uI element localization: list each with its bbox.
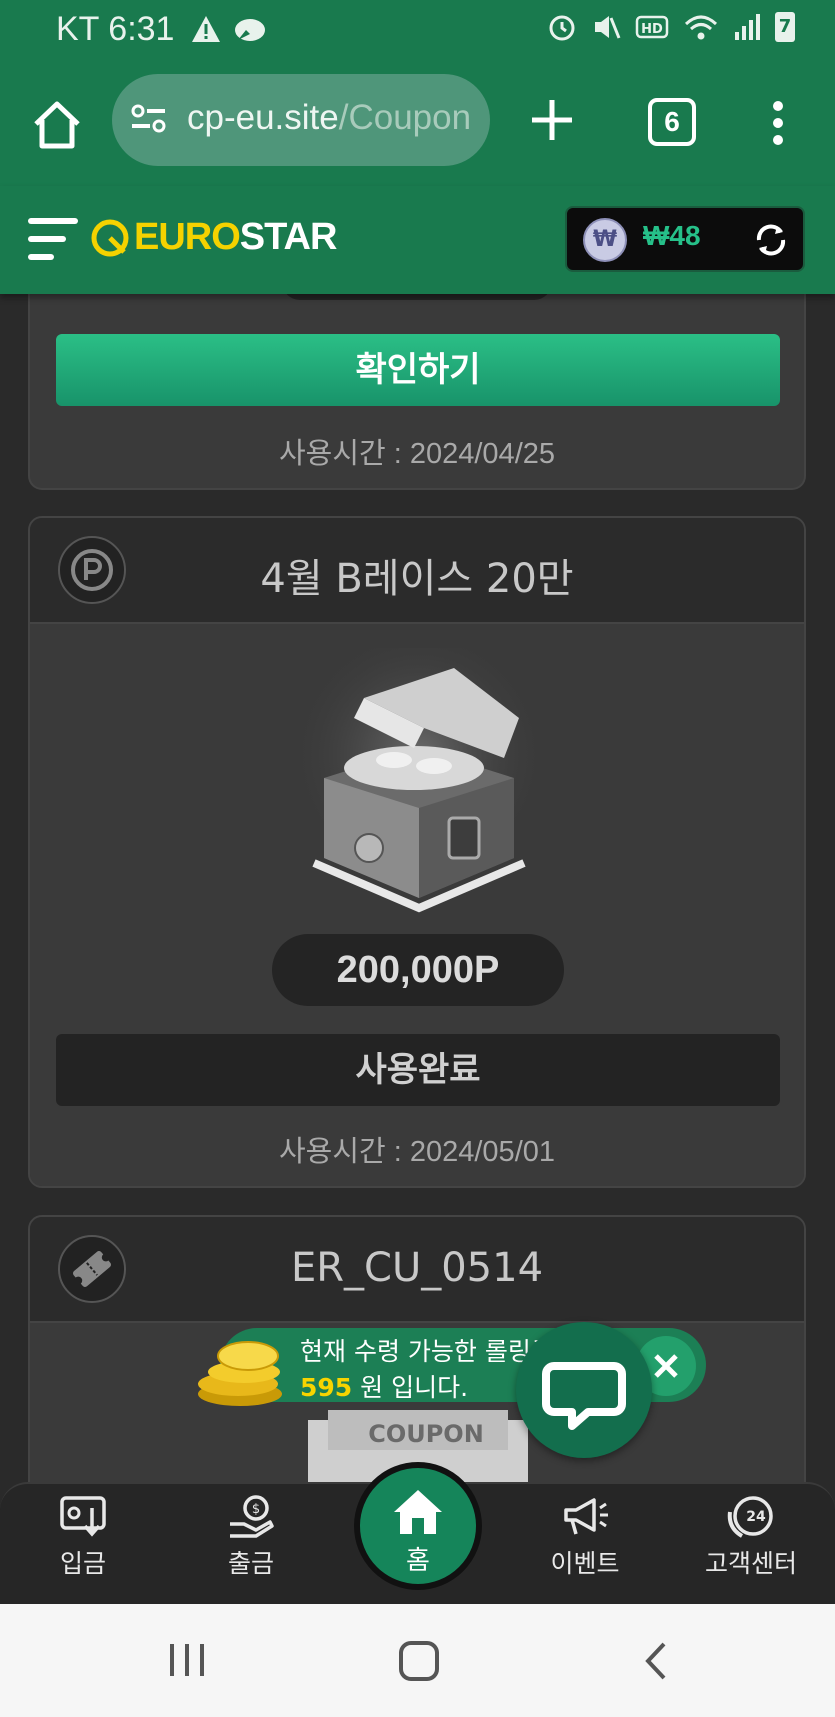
url-path: /Coupon <box>338 98 472 137</box>
nav-home[interactable]: 홈 <box>354 1462 482 1590</box>
system-navigation-bar <box>0 1604 835 1717</box>
status-carrier-time: KT 6:31 <box>56 10 175 48</box>
used-time: 사용시간 : 2024/05/01 <box>278 1136 556 1168</box>
confirm-button[interactable]: 확인하기 <box>56 334 780 406</box>
svg-text:$: $ <box>252 1502 260 1517</box>
coupon-peek-label: COUPON <box>368 1420 484 1448</box>
alarm-icon <box>549 15 575 41</box>
used-status-button: 사용완료 <box>56 1034 780 1106</box>
nav-label: 입금 <box>59 1549 106 1578</box>
more-menu-icon[interactable] <box>766 100 790 146</box>
site-settings-icon[interactable] <box>130 102 168 138</box>
hamburger-menu-icon[interactable] <box>28 214 80 264</box>
svg-text:HD: HD <box>641 22 663 37</box>
signal-icon <box>735 14 760 40</box>
deposit-icon <box>60 1496 106 1537</box>
points-amount: 200,000P <box>272 934 564 1006</box>
browser-toolbar: cp-eu.site/Coupon 6 <box>0 62 835 186</box>
wifi-icon <box>684 15 718 40</box>
coupon-card-2: 4월 B레이스 20만 200,000P 사용완료 사용시간 : 2024/05… <box>28 516 806 1188</box>
card-header: 4월 B레이스 20만 <box>30 518 804 624</box>
refresh-icon[interactable] <box>753 222 789 258</box>
logo-mark-icon <box>91 219 129 256</box>
address-bar[interactable]: cp-eu.site/Coupon <box>112 74 490 166</box>
new-tab-icon[interactable] <box>530 98 574 142</box>
bottom-navigation: 입금 $ 출금 홈 이벤트 24 고객센터 <box>0 1462 835 1606</box>
promo-suffix: 원 입니다. <box>352 1373 469 1402</box>
logo-text-star: STAR <box>239 216 338 258</box>
site-header: EUROSTAR ₩ ₩48 <box>0 186 835 294</box>
balance-widget: ₩ ₩48 <box>565 206 805 272</box>
back-icon[interactable] <box>640 1640 670 1682</box>
nav-event[interactable]: 이벤트 <box>520 1494 650 1580</box>
megaphone-icon <box>564 1498 608 1535</box>
chat-bubble-icon <box>542 1362 626 1430</box>
promo-text-line2: 595 원 입니다. <box>300 1368 468 1404</box>
recent-apps-icon[interactable] <box>168 1642 208 1678</box>
hd-icon: HD <box>635 15 669 39</box>
promo-amount: 595 <box>300 1373 353 1402</box>
url-host: cp-eu.site <box>187 98 339 137</box>
balance-amount: ₩48 <box>643 220 701 251</box>
mute-icon <box>595 16 621 39</box>
nav-label: 출금 <box>227 1549 274 1578</box>
nav-withdraw[interactable]: $ 출금 <box>186 1494 316 1580</box>
warning-icon <box>192 16 220 42</box>
nav-label: 홈 <box>406 1546 430 1576</box>
card-title: 4월 B레이스 20만 <box>260 556 574 602</box>
browser-home-icon[interactable] <box>30 98 84 152</box>
live-chat-button[interactable] <box>516 1322 652 1458</box>
card-header: ER_CU_0514 <box>30 1217 804 1323</box>
cloud-sync-icon <box>235 19 265 41</box>
site-logo[interactable]: EUROSTAR <box>90 216 338 259</box>
support-24-icon: 24 <box>727 1496 773 1538</box>
gold-coins-icon <box>198 1341 282 1406</box>
won-coin-icon: ₩ <box>583 218 627 262</box>
withdraw-icon: $ <box>230 1495 274 1538</box>
coupon-card-1: 확인하기 사용시간 : 2024/04/25 <box>28 260 806 490</box>
nav-support[interactable]: 24 고객센터 <box>686 1494 816 1580</box>
tab-switcher-button[interactable]: 6 <box>648 98 696 146</box>
svg-text:24: 24 <box>746 1509 766 1525</box>
nav-label: 고객센터 <box>704 1549 797 1578</box>
battery-level: 7 <box>778 16 792 37</box>
card-title: ER_CU_0514 <box>290 1245 544 1291</box>
system-home-icon[interactable] <box>398 1640 440 1682</box>
url-text: cp-eu.site/Coupon <box>187 98 471 138</box>
home-icon <box>394 1490 442 1534</box>
status-bar: KT 6:31 HD 7 <box>0 0 835 62</box>
battery-icon: 7 <box>775 12 795 42</box>
treasure-chest-icon <box>289 648 549 913</box>
used-time: 사용시간 : 2024/04/25 <box>278 438 556 470</box>
logo-text-euro: EURO <box>134 216 241 258</box>
card-body: 200,000P 사용완료 사용시간 : 2024/05/01 <box>30 624 804 1186</box>
nav-label: 이벤트 <box>550 1549 620 1578</box>
nav-deposit[interactable]: 입금 <box>18 1494 148 1580</box>
